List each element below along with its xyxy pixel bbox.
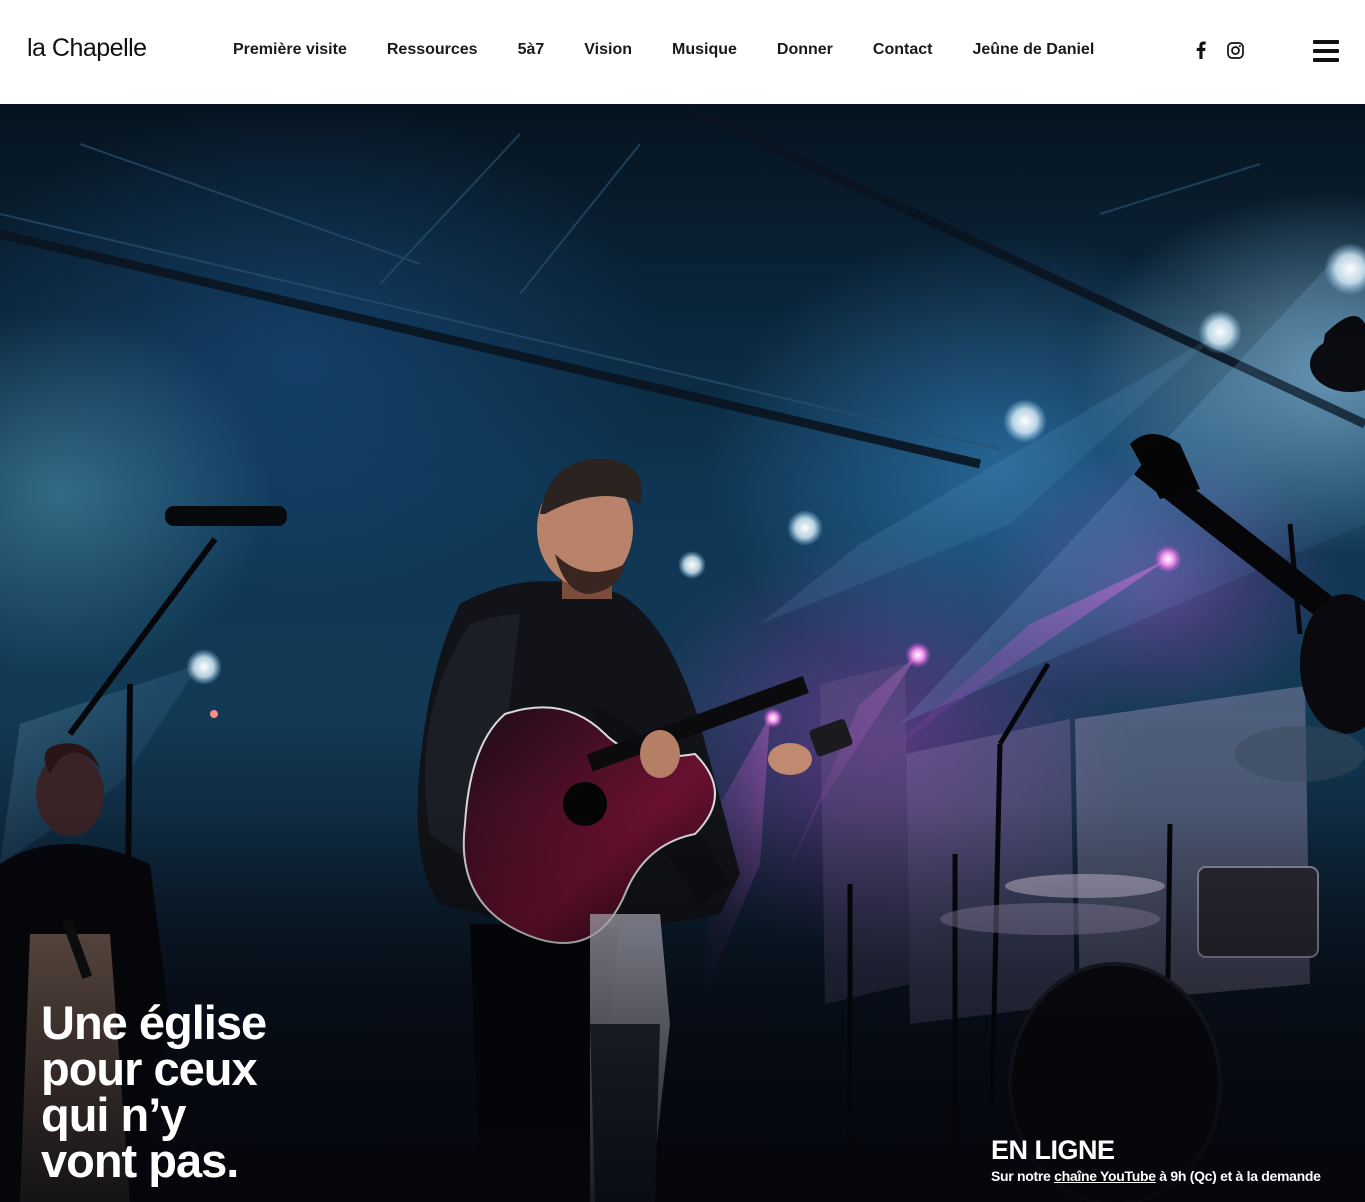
online-info: EN LIGNE Sur notre chaîne YouTube à 9h (… xyxy=(991,1135,1321,1184)
nav-item-ressources[interactable]: Ressources xyxy=(387,41,478,59)
site-logo[interactable]: la Chapelle xyxy=(27,34,147,63)
headline-line: qui n’y xyxy=(41,1088,186,1141)
nav-item-contact[interactable]: Contact xyxy=(873,41,933,59)
nav-item-donner[interactable]: Donner xyxy=(777,41,833,59)
nav-item-premiere-visite[interactable]: Première visite xyxy=(233,41,347,59)
nav-item-jeune-de-daniel[interactable]: Jeûne de Daniel xyxy=(972,41,1094,59)
online-sub-suffix: à 9h (Qc) et à la demande xyxy=(1155,1168,1321,1184)
hamburger-menu-icon[interactable] xyxy=(1313,40,1339,62)
instagram-icon[interactable] xyxy=(1226,40,1244,60)
hero-section: Une église pour ceux qui n’y vont pas. E… xyxy=(0,104,1365,1202)
facebook-icon[interactable] xyxy=(1192,40,1210,60)
social-links xyxy=(1192,40,1244,60)
headline-line: pour ceux xyxy=(41,1042,258,1095)
nav-item-musique[interactable]: Musique xyxy=(672,41,737,59)
online-sub-prefix: Sur notre xyxy=(991,1168,1055,1184)
site-header: la Chapelle Première visite Ressources 5… xyxy=(0,0,1365,104)
online-title: EN LIGNE xyxy=(991,1135,1115,1165)
online-subtitle: Sur notre chaîne YouTube à 9h (Qc) et à … xyxy=(991,1168,1321,1184)
nav-item-vision[interactable]: Vision xyxy=(584,41,632,59)
nav-item-5a7[interactable]: 5à7 xyxy=(518,41,545,59)
youtube-channel-link[interactable]: chaîne YouTube xyxy=(1054,1168,1156,1184)
headline-line: Une église xyxy=(41,996,267,1049)
hero-headline: Une église pour ceux qui n’y vont pas. xyxy=(41,996,267,1187)
headline-line: vont pas. xyxy=(41,1134,239,1187)
main-nav: Première visite Ressources 5à7 Vision Mu… xyxy=(233,41,1134,59)
